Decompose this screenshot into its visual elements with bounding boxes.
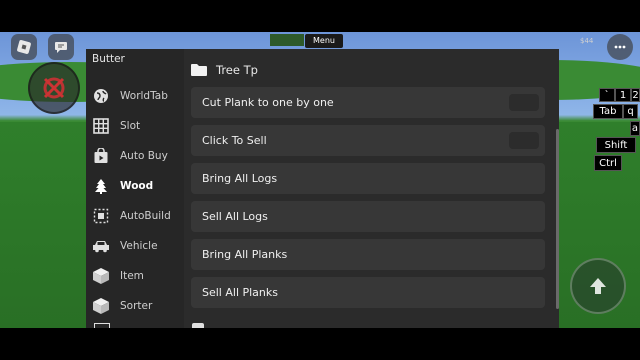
key-a[interactable]: a (630, 121, 640, 136)
key-2[interactable]: 2 (631, 88, 640, 102)
menu-tab-button[interactable]: Menu (305, 34, 343, 48)
key-backtick[interactable]: ` (599, 88, 615, 102)
roblox-menu-button[interactable] (11, 34, 37, 60)
row-label: Bring All Logs (202, 172, 278, 185)
chat-icon (55, 42, 67, 53)
terrain-block (270, 34, 304, 46)
key-ctrl[interactable]: Ctrl (594, 155, 622, 171)
bottom-letterbox (0, 328, 640, 360)
key-q[interactable]: q (623, 104, 638, 119)
folder-icon (191, 64, 207, 76)
partial-folder-icon (192, 323, 204, 328)
toggle-switch[interactable] (509, 94, 539, 111)
sidebar-item-slot[interactable]: Slot (92, 113, 184, 139)
sell-all-logs-button[interactable]: Sell All Logs (191, 201, 545, 232)
toggle-switch[interactable] (509, 132, 539, 149)
sidebar-item-label: WorldTab (120, 90, 168, 102)
section-title: Tree Tp (216, 63, 258, 77)
bring-all-logs-button[interactable]: Bring All Logs (191, 163, 545, 194)
sidebar-item-label: Vehicle (120, 240, 158, 252)
sidebar-item-label: Slot (120, 120, 141, 132)
sidebar-item-item[interactable]: Item (92, 263, 184, 289)
sidebar-item-label: Item (120, 270, 144, 282)
jump-arrow-icon (590, 278, 606, 294)
cash-display: $44 (580, 37, 594, 45)
cube-icon (92, 267, 110, 285)
sidebar-item-auto-buy[interactable]: Auto Buy (92, 143, 184, 169)
sidebar-item-label: Sorter (120, 300, 153, 312)
sidebar-item-sorter[interactable]: Sorter (92, 293, 184, 319)
more-options-button[interactable] (607, 34, 633, 60)
sell-all-planks-button[interactable]: Sell All Planks (191, 277, 545, 308)
section-header: Tree Tp (190, 63, 258, 77)
key-1[interactable]: 1 (615, 88, 631, 102)
row-label: Click To Sell (202, 134, 267, 147)
sidebar-item-wood[interactable]: Wood (92, 173, 184, 199)
toggle-row-click-to-sell[interactable]: Click To Sell (191, 125, 545, 156)
sidebar-item-label: AutoBuild (120, 210, 171, 222)
butter-window: Butter WorldTab Slot Auto Buy Wood AutoB… (86, 49, 559, 328)
sidebar-item-vehicle[interactable]: Vehicle (92, 233, 184, 259)
sidebar-item-label: Auto Buy (120, 150, 168, 162)
row-label: Sell All Logs (202, 210, 268, 223)
roblox-logo-icon (17, 40, 31, 54)
dpad-arrows-icon (43, 77, 65, 99)
grid-icon (92, 117, 110, 135)
row-label: Cut Plank to one by one (202, 96, 334, 109)
key-shift[interactable]: Shift (596, 137, 636, 153)
cube-icon (92, 297, 110, 315)
car-icon (92, 237, 110, 255)
chat-button[interactable] (48, 34, 74, 60)
sidebar-item-label: Wood (120, 180, 154, 192)
key-tab[interactable]: Tab (593, 104, 623, 119)
sidebar: Butter WorldTab Slot Auto Buy Wood AutoB… (86, 49, 184, 328)
tree-icon (92, 177, 110, 195)
toggle-row-cut-plank[interactable]: Cut Plank to one by one (191, 87, 545, 118)
shopping-bag-icon (92, 147, 110, 165)
ellipsis-icon (614, 45, 626, 49)
sidebar-item-worldtab[interactable]: WorldTab (92, 83, 184, 109)
sidebar-item-autobuild[interactable]: AutoBuild (92, 203, 184, 229)
dashed-square-icon (92, 207, 110, 225)
top-letterbox (0, 0, 640, 32)
row-label: Bring All Planks (202, 248, 288, 261)
partial-sidebar-icon (94, 323, 110, 328)
jump-button[interactable] (570, 258, 626, 314)
bring-all-planks-button[interactable]: Bring All Planks (191, 239, 545, 270)
scrollbar[interactable] (556, 129, 559, 309)
window-title: Butter (92, 53, 125, 65)
row-label: Sell All Planks (202, 286, 278, 299)
thumbstick[interactable] (28, 62, 80, 114)
globe-icon (92, 87, 110, 105)
